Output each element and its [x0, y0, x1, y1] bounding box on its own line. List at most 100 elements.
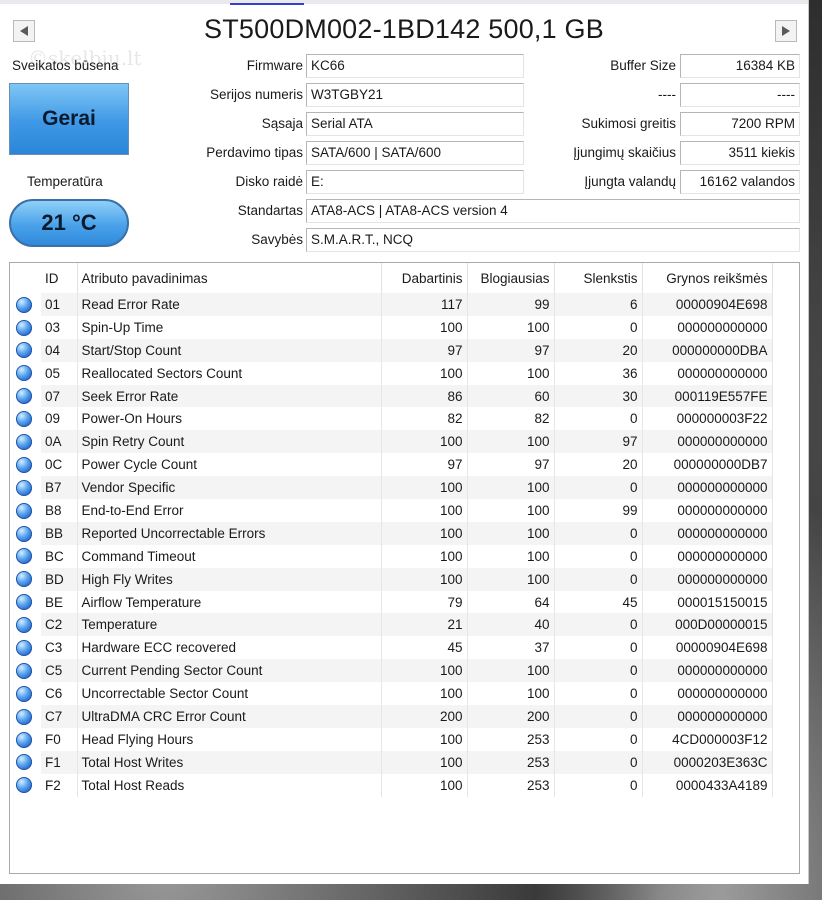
attribute-current: 79 [381, 590, 468, 614]
attribute-threshold: 0 [554, 682, 643, 706]
status-good-icon [16, 571, 32, 588]
status-good-icon [16, 548, 32, 565]
attribute-raw-value: 000000000000 [642, 430, 773, 454]
table-row[interactable]: F1 Total Host Writes 100 253 0 0000203E363C [10, 750, 773, 774]
column-header-status[interactable] [10, 263, 41, 293]
status-dot-cell [10, 774, 41, 797]
power-on-count-label: Įjungimų skaičius [573, 145, 676, 160]
attribute-raw-value: 000000000000 [642, 315, 773, 339]
table-row[interactable]: 04 Start/Stop Count 97 97 20 000000000DBA [10, 338, 773, 362]
attribute-name: Seek Error Rate [77, 384, 382, 408]
table-row[interactable]: 07 Seek Error Rate 86 60 30 000119E557FE [10, 384, 773, 408]
table-row[interactable]: F2 Total Host Reads 100 253 0 0000433A4189 [10, 773, 773, 797]
status-dot-cell [10, 385, 41, 408]
table-row[interactable]: BC Command Timeout 100 100 0 000000000000 [10, 544, 773, 568]
status-good-icon [16, 342, 32, 359]
attribute-name: Spin Retry Count [77, 430, 382, 454]
attribute-worst: 100 [467, 315, 555, 339]
column-header-raw[interactable]: Grynos reikšmės [642, 263, 773, 293]
attribute-name: End-to-End Error [77, 499, 382, 522]
status-good-icon [16, 662, 32, 679]
column-header-worst[interactable]: Blogiausias [467, 263, 555, 293]
table-row[interactable]: 05 Reallocated Sectors Count 100 100 36 00000… [10, 361, 773, 385]
column-header-name[interactable]: Atributo pavadinimas [77, 263, 382, 293]
table-row[interactable]: F0 Head Flying Hours 100 253 0 4CD000003F12 [10, 727, 773, 751]
table-row[interactable]: BE Airflow Temperature 79 64 45 000015150015 [10, 590, 773, 614]
attribute-raw-value: 4CD000003F12 [642, 727, 773, 751]
attribute-raw-value: 000000000000 [642, 705, 773, 728]
next-disk-button[interactable] [775, 20, 797, 42]
table-row[interactable]: 09 Power-On Hours 82 82 0 000000003F22 [10, 407, 773, 431]
table-row[interactable]: BB Reported Uncorrectable Errors 100 100 0 00… [10, 521, 773, 545]
column-header-threshold[interactable]: Slenkstis [554, 263, 643, 293]
table-row[interactable]: B7 Vendor Specific 100 100 0 000000000000 [10, 476, 773, 500]
column-header-id[interactable]: ID [41, 263, 78, 293]
attribute-raw-value: 000000000DB7 [642, 453, 773, 477]
attribute-id: F1 [41, 750, 78, 774]
status-dot-cell [10, 453, 41, 476]
table-row[interactable]: 01 Read Error Rate 117 99 6 00000904E698 [10, 293, 773, 316]
smart-table: ID Atributo pavadinimas Dabartinis Blogi… [10, 263, 773, 797]
attribute-id: F0 [41, 727, 78, 751]
status-good-icon [16, 640, 32, 657]
table-row[interactable]: C5 Current Pending Sector Count 100 100 0 000… [10, 659, 773, 683]
attribute-worst: 253 [467, 750, 555, 774]
status-dot-cell [10, 591, 41, 614]
smart-attributes-list[interactable]: ID Atributo pavadinimas Dabartinis Blogi… [9, 262, 800, 874]
attribute-raw-value: 000000000000 [642, 521, 773, 545]
attribute-current: 117 [381, 293, 468, 316]
attribute-threshold: 0 [554, 773, 643, 797]
attribute-raw-value: 0000203E363C [642, 750, 773, 774]
attribute-raw-value: 00000904E698 [642, 293, 773, 316]
table-row[interactable]: B8 End-to-End Error 100 100 99 000000000000 [10, 499, 773, 522]
table-row[interactable]: C6 Uncorrectable Sector Count 100 100 0 00000… [10, 682, 773, 706]
table-row[interactable]: C7 UltraDMA CRC Error Count 200 200 0 0000000… [10, 705, 773, 728]
attribute-name: Reported Uncorrectable Errors [77, 521, 382, 545]
attribute-raw-value: 0000433A4189 [642, 773, 773, 797]
buffer-size-value: 16384 KB [680, 54, 800, 78]
attribute-id: 03 [41, 315, 78, 339]
status-dot-cell [10, 705, 41, 728]
attribute-id: BB [41, 521, 78, 545]
rotation-rate-label: Sukimosi greitis [581, 116, 676, 131]
attribute-id: B8 [41, 499, 78, 522]
status-good-icon [16, 479, 32, 496]
table-header-row: ID Atributo pavadinimas Dabartinis Blogi… [10, 263, 773, 293]
column-header-current[interactable]: Dabartinis [381, 263, 468, 293]
health-status-button[interactable]: Gerai [9, 83, 129, 155]
status-dot-cell [10, 499, 41, 522]
attribute-threshold: 0 [554, 659, 643, 683]
attribute-name: Start/Stop Count [77, 338, 382, 362]
attribute-name: Total Host Reads [77, 773, 382, 797]
attribute-worst: 97 [467, 338, 555, 362]
attribute-name: Power Cycle Count [77, 453, 382, 477]
attribute-raw-value: 000000000000 [642, 659, 773, 683]
table-row[interactable]: BD High Fly Writes 100 100 0 000000000000 [10, 567, 773, 591]
attribute-threshold: 36 [554, 361, 643, 385]
attribute-threshold: 0 [554, 521, 643, 545]
temperature-label: Temperatūra [27, 174, 103, 189]
attribute-threshold: 20 [554, 453, 643, 477]
status-good-icon [16, 685, 32, 702]
attribute-name: Reallocated Sectors Count [77, 361, 382, 385]
temperature-badge[interactable]: 21 °C [9, 199, 129, 247]
table-row[interactable]: C3 Hardware ECC recovered 45 37 0 00000904E69… [10, 636, 773, 660]
attribute-id: 09 [41, 407, 78, 431]
unknown-value: ---- [680, 83, 800, 107]
attribute-threshold: 0 [554, 407, 643, 431]
attribute-threshold: 0 [554, 636, 643, 660]
attribute-current: 100 [381, 476, 468, 500]
attribute-threshold: 0 [554, 567, 643, 591]
attribute-id: 01 [41, 293, 78, 316]
attribute-current: 100 [381, 773, 468, 797]
attribute-id: C7 [41, 705, 78, 728]
status-dot-cell [10, 293, 41, 316]
table-row[interactable]: 03 Spin-Up Time 100 100 0 000000000000 [10, 315, 773, 339]
attribute-name: Command Timeout [77, 544, 382, 568]
attribute-name: Vendor Specific [77, 476, 382, 500]
table-row[interactable]: C2 Temperature 21 40 0 000D00000015 [10, 613, 773, 637]
attribute-worst: 100 [467, 499, 555, 522]
table-row[interactable]: 0C Power Cycle Count 97 97 20 000000000DB7 [10, 453, 773, 477]
table-row[interactable]: 0A Spin Retry Count 100 100 97 000000000000 [10, 430, 773, 454]
attribute-worst: 100 [467, 659, 555, 683]
